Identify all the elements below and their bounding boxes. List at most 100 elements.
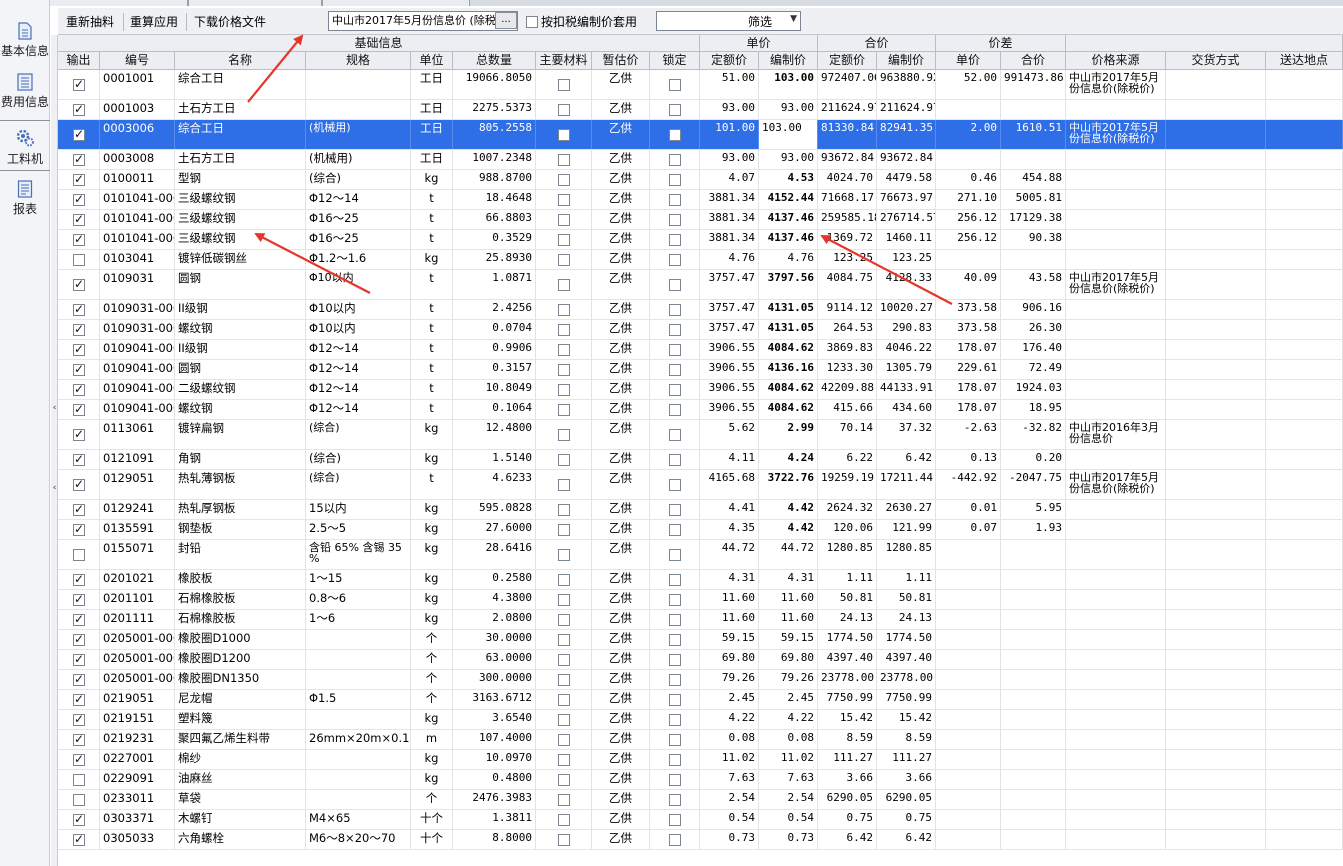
lock-checkbox[interactable] [669, 364, 681, 376]
edit-price-cell[interactable]: 59.15 [759, 630, 818, 649]
table-row[interactable]: 0100011型钢(综合)kg988.8700 乙供 4.074.534024.70… [58, 170, 1343, 190]
edit-total-cell[interactable]: 2630.27 [877, 500, 936, 519]
price-source-cell[interactable] [1066, 690, 1166, 709]
edit-price-cell[interactable]: 93.00 [759, 100, 818, 119]
delivery-cell[interactable] [1166, 470, 1266, 499]
price-source-cell[interactable] [1066, 450, 1166, 469]
unit-cell[interactable]: t [411, 230, 453, 249]
quota-price-cell[interactable]: 51.00 [700, 70, 759, 99]
qty-cell[interactable]: 19066.8050 [453, 70, 536, 99]
estimate-cell[interactable]: 乙供 [592, 540, 650, 569]
quota-total-cell[interactable]: 93672.84 [818, 150, 877, 169]
quota-price-cell[interactable]: 3757.47 [700, 270, 759, 299]
quota-total-cell[interactable]: 1.11 [818, 570, 877, 589]
price-source-cell[interactable] [1066, 590, 1166, 609]
name-cell[interactable]: 热轧薄钢板 [175, 470, 306, 499]
quota-total-cell[interactable]: 6.22 [818, 450, 877, 469]
tab-hidden-3[interactable] [322, 0, 470, 6]
edit-price-cell[interactable]: 4.31 [759, 570, 818, 589]
output-checkbox[interactable] [73, 362, 85, 376]
code-cell[interactable]: 0109031-0002 [100, 320, 175, 339]
edit-price-cell[interactable]: 0.54 [759, 810, 818, 829]
diff-unit-cell[interactable]: 178.07 [936, 340, 1001, 359]
diff-total-cell[interactable]: 1.93 [1001, 520, 1066, 539]
name-cell[interactable]: 土石方工日 [175, 100, 306, 119]
code-cell[interactable]: 0121091 [100, 450, 175, 469]
delivery-cell[interactable] [1166, 320, 1266, 339]
table-row[interactable]: 0001003土石方工日工日2275.5373乙供93.0093.0021162… [58, 100, 1343, 120]
spec-cell[interactable]: 含铅 65% 含锡 35 % [306, 540, 411, 569]
edit-price-cell[interactable]: 3797.56 [759, 270, 818, 299]
edit-price-cell[interactable]: 4.42 [759, 500, 818, 519]
code-cell[interactable]: 0101041-0001 [100, 190, 175, 209]
spec-cell[interactable]: (综合) [306, 420, 411, 449]
quota-total-cell[interactable]: 81330.84 [818, 120, 877, 149]
price-source-cell[interactable] [1066, 540, 1166, 569]
table-row[interactable]: 0109041-0001II级钢Φ12～14t0.9906乙供3906.5540… [58, 340, 1343, 360]
spec-cell[interactable]: Φ1.2～1.6 [306, 250, 411, 269]
nav-item-report[interactable]: 报表 [0, 180, 50, 217]
unit-cell[interactable]: t [411, 380, 453, 399]
delivery-cell[interactable] [1166, 380, 1266, 399]
estimate-cell[interactable]: 乙供 [592, 120, 650, 149]
quota-total-cell[interactable]: 23778.00 [818, 670, 877, 689]
main-material-checkbox[interactable] [558, 194, 570, 206]
price-source-cell[interactable] [1066, 750, 1166, 769]
quota-total-cell[interactable]: 4024.70 [818, 170, 877, 189]
quota-total-cell[interactable]: 211624.97 [818, 100, 877, 119]
name-cell[interactable]: 橡胶圈D1000 [175, 630, 306, 649]
delivery-cell[interactable] [1166, 400, 1266, 419]
destination-cell[interactable] [1266, 190, 1343, 209]
destination-cell[interactable] [1266, 730, 1343, 749]
qty-cell[interactable]: 0.4800 [453, 770, 536, 789]
price-source-cell[interactable] [1066, 610, 1166, 629]
edit-price-cell[interactable]: 4152.44 [759, 190, 818, 209]
price-source-cell[interactable] [1066, 570, 1166, 589]
main-material-checkbox[interactable] [558, 834, 570, 846]
delivery-cell[interactable] [1166, 520, 1266, 539]
destination-cell[interactable] [1266, 120, 1343, 149]
diff-unit-cell[interactable]: 0.07 [936, 520, 1001, 539]
destination-cell[interactable] [1266, 590, 1343, 609]
name-cell[interactable]: 三级螺纹钢 [175, 230, 306, 249]
unit-cell[interactable]: t [411, 340, 453, 359]
diff-total-cell[interactable] [1001, 690, 1066, 709]
quota-price-cell[interactable]: 101.00 [700, 120, 759, 149]
table-row[interactable]: 0109031圆钢Φ10以内t1.0871 乙供 3757.473797.56408… [58, 270, 1343, 300]
qty-cell[interactable]: 25.8930 [453, 250, 536, 269]
table-row[interactable]: 0129051热轧薄钢板(综合)t4.6233乙供4165.683722.761… [58, 470, 1343, 500]
name-cell[interactable]: 聚四氟乙烯生料带 [175, 730, 306, 749]
unit-cell[interactable]: kg [411, 170, 453, 189]
spec-cell[interactable] [306, 650, 411, 669]
edit-total-cell[interactable]: 211624.97 [877, 100, 936, 119]
table-row[interactable]: 0205001-0003橡胶圈D1000 个30.0000 乙供 59.1559.15… [58, 630, 1343, 650]
main-material-checkbox[interactable] [558, 479, 570, 491]
unit-cell[interactable]: kg [411, 710, 453, 729]
destination-cell[interactable] [1266, 810, 1343, 829]
lock-checkbox[interactable] [669, 574, 681, 586]
unit-cell[interactable]: t [411, 210, 453, 229]
table-row[interactable]: 0201101石棉橡胶板0.8～6kg4.3800乙供11.6011.6050.… [58, 590, 1343, 610]
code-cell[interactable]: 0103041 [100, 250, 175, 269]
col-header-edit-price[interactable]: 编制价 [759, 52, 818, 70]
quota-total-cell[interactable]: 6.42 [818, 830, 877, 849]
price-source-cell[interactable]: 中山市2017年5月份信息价(除税价) [1066, 270, 1166, 299]
col-header-diff-unit[interactable]: 单价 [936, 52, 1001, 70]
estimate-cell[interactable]: 乙供 [592, 320, 650, 339]
output-checkbox[interactable] [73, 672, 85, 686]
unit-cell[interactable]: 十个 [411, 830, 453, 849]
diff-total-cell[interactable]: 90.38 [1001, 230, 1066, 249]
col-header-price-source[interactable]: 价格来源 [1066, 52, 1166, 70]
delivery-cell[interactable] [1166, 650, 1266, 669]
diff-total-cell[interactable]: -32.82 [1001, 420, 1066, 449]
code-cell[interactable]: 0219151 [100, 710, 175, 729]
nav-item-basic-info[interactable]: 基本信息 [0, 22, 50, 59]
table-row[interactable]: 0201111石棉橡胶板1～6kg2.0800乙供11.6011.6024.13… [58, 610, 1343, 630]
col-header-main-material[interactable]: 主要材料 [536, 52, 592, 70]
quota-total-cell[interactable]: 24.13 [818, 610, 877, 629]
quota-total-cell[interactable]: 264.53 [818, 320, 877, 339]
edit-price-cell[interactable]: 4.53 [759, 170, 818, 189]
qty-cell[interactable]: 2.4256 [453, 300, 536, 319]
unit-cell[interactable]: t [411, 470, 453, 499]
quota-total-cell[interactable]: 123.25 [818, 250, 877, 269]
